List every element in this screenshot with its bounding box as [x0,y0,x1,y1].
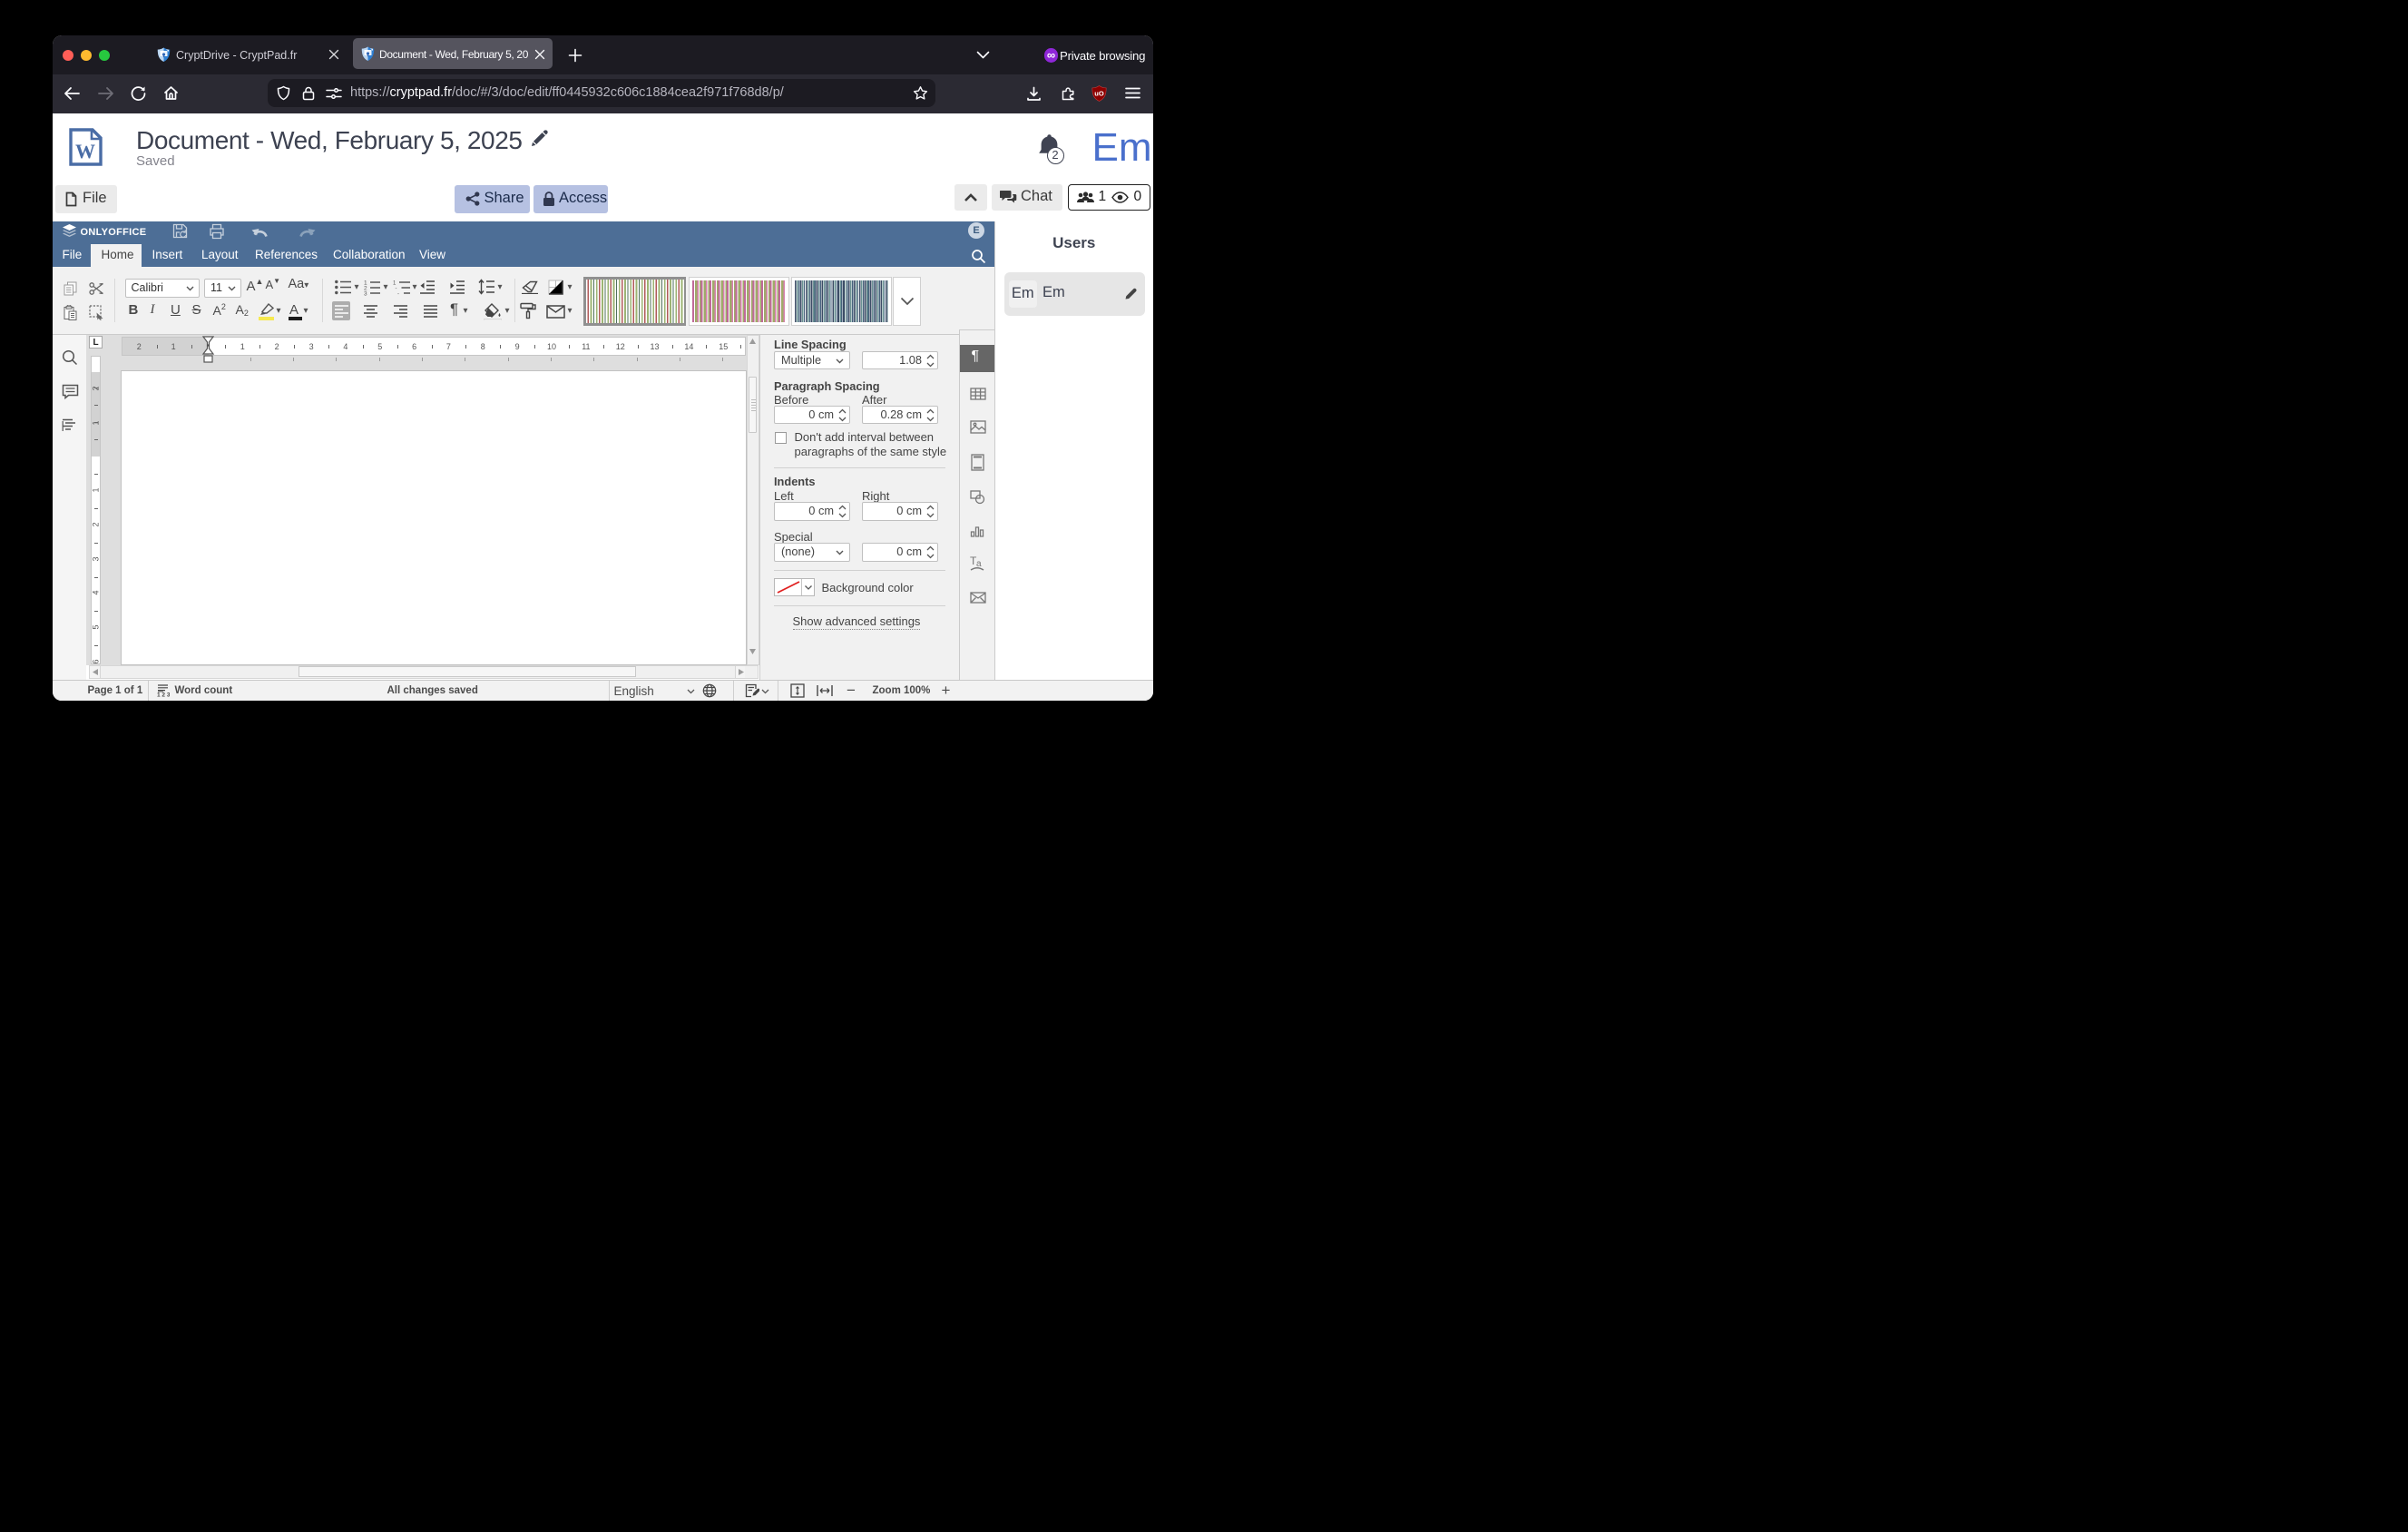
svg-text:-: - [397,291,399,296]
svg-text:W: W [75,140,95,162]
svg-text:3: 3 [364,290,367,296]
svg-text:uO: uO [1094,89,1104,97]
svg-text:1 2 3: 1 2 3 [157,692,170,698]
